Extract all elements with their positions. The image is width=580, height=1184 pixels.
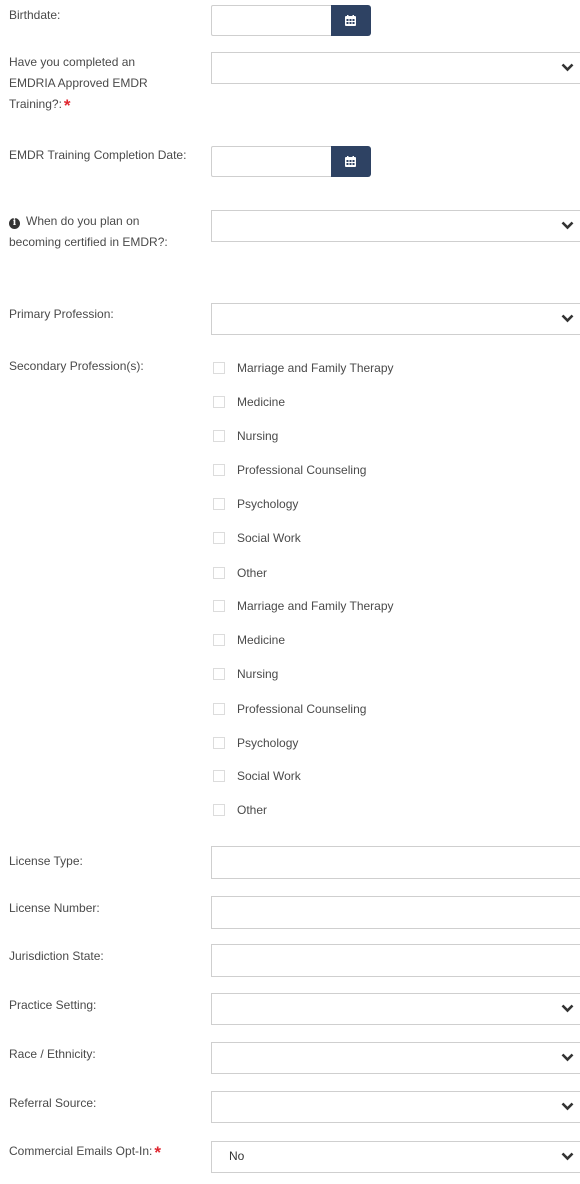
birthdate-input[interactable] xyxy=(211,5,331,36)
calendar-icon xyxy=(345,156,356,167)
license-type-input[interactable] xyxy=(211,846,580,879)
training-completion-input[interactable] xyxy=(211,146,331,177)
checkbox-label: Professional Counseling xyxy=(237,463,367,477)
license-number-input[interactable] xyxy=(211,896,580,929)
certified-plan-label-text: When do you plan on becoming certified i… xyxy=(9,214,168,249)
emdr-training-select[interactable] xyxy=(211,52,580,84)
checkbox[interactable] xyxy=(213,498,225,510)
primary-profession-select[interactable] xyxy=(211,303,580,335)
race-ethnicity-label: Race / Ethnicity: xyxy=(9,1047,96,1061)
secondary-profession-label: Secondary Profession(s): xyxy=(9,359,144,373)
emdr-training-label-text: Have you completed an EMDRIA Approved EM… xyxy=(9,55,148,111)
checkbox[interactable] xyxy=(213,703,225,715)
checkbox[interactable] xyxy=(213,804,225,816)
checkbox-label: Other xyxy=(237,566,268,580)
chevron-down-icon xyxy=(561,314,574,323)
chevron-down-icon xyxy=(561,1152,574,1161)
checkbox[interactable] xyxy=(213,770,225,782)
checkbox[interactable] xyxy=(213,362,225,374)
checkbox[interactable] xyxy=(213,532,225,544)
chevron-down-icon xyxy=(561,63,574,72)
emdr-training-label: Have you completed an EMDRIA Approved EM… xyxy=(9,52,179,116)
checkbox-label: Nursing xyxy=(237,429,279,443)
race-ethnicity-select[interactable] xyxy=(211,1042,580,1074)
checkbox[interactable] xyxy=(213,567,225,579)
checkbox-label: Marriage and Family Therapy xyxy=(237,599,394,613)
calendar-icon xyxy=(345,15,356,26)
checkbox-label: Other xyxy=(237,803,268,817)
chevron-down-icon xyxy=(561,1102,574,1111)
checkbox[interactable] xyxy=(213,464,225,476)
certified-plan-select[interactable] xyxy=(211,210,580,242)
commercial-emails-select[interactable]: No xyxy=(211,1141,580,1173)
commercial-emails-value: No xyxy=(229,1149,245,1163)
birthdate-calendar-button[interactable] xyxy=(331,5,371,36)
commercial-emails-label: Commercial Emails Opt-In: * xyxy=(9,1141,169,1163)
checkbox[interactable] xyxy=(213,634,225,646)
training-completion-calendar-button[interactable] xyxy=(331,146,371,177)
license-number-label: License Number: xyxy=(9,901,100,915)
checkbox-label: Psychology xyxy=(237,497,299,511)
practice-setting-select[interactable] xyxy=(211,993,580,1025)
primary-profession-label: Primary Profession: xyxy=(9,307,114,321)
required-marker: * xyxy=(63,96,71,115)
checkbox-label: Medicine xyxy=(237,395,286,409)
practice-setting-label: Practice Setting: xyxy=(9,998,97,1012)
checkbox[interactable] xyxy=(213,396,225,408)
birthdate-label: Birthdate: xyxy=(9,8,61,22)
checkbox[interactable] xyxy=(213,430,225,442)
checkbox-label: Social Work xyxy=(237,769,301,783)
checkbox[interactable] xyxy=(213,668,225,680)
license-type-label: License Type: xyxy=(9,854,83,868)
jurisdiction-state-input[interactable] xyxy=(211,944,580,977)
required-marker: * xyxy=(154,1143,161,1162)
chevron-down-icon xyxy=(561,221,574,230)
checkbox-label: Medicine xyxy=(237,633,286,647)
referral-source-select[interactable] xyxy=(211,1091,580,1123)
checkbox-label: Nursing xyxy=(237,667,279,681)
training-completion-label: EMDR Training Completion Date: xyxy=(9,148,187,162)
certified-plan-label: i When do you plan on becoming certified … xyxy=(9,211,184,253)
checkbox-label: Professional Counseling xyxy=(237,702,367,716)
checkbox-label: Psychology xyxy=(237,736,299,750)
checkbox[interactable] xyxy=(213,737,225,749)
chevron-down-icon xyxy=(561,1004,574,1013)
commercial-emails-label-text: Commercial Emails Opt-In: xyxy=(9,1144,153,1158)
jurisdiction-state-label: Jurisdiction State: xyxy=(9,949,104,963)
checkbox-label: Social Work xyxy=(237,531,301,545)
checkbox[interactable] xyxy=(213,600,225,612)
checkbox-label: Marriage and Family Therapy xyxy=(237,361,394,375)
info-icon[interactable]: i xyxy=(9,218,20,229)
referral-source-label: Referral Source: xyxy=(9,1096,97,1110)
chevron-down-icon xyxy=(561,1053,574,1062)
